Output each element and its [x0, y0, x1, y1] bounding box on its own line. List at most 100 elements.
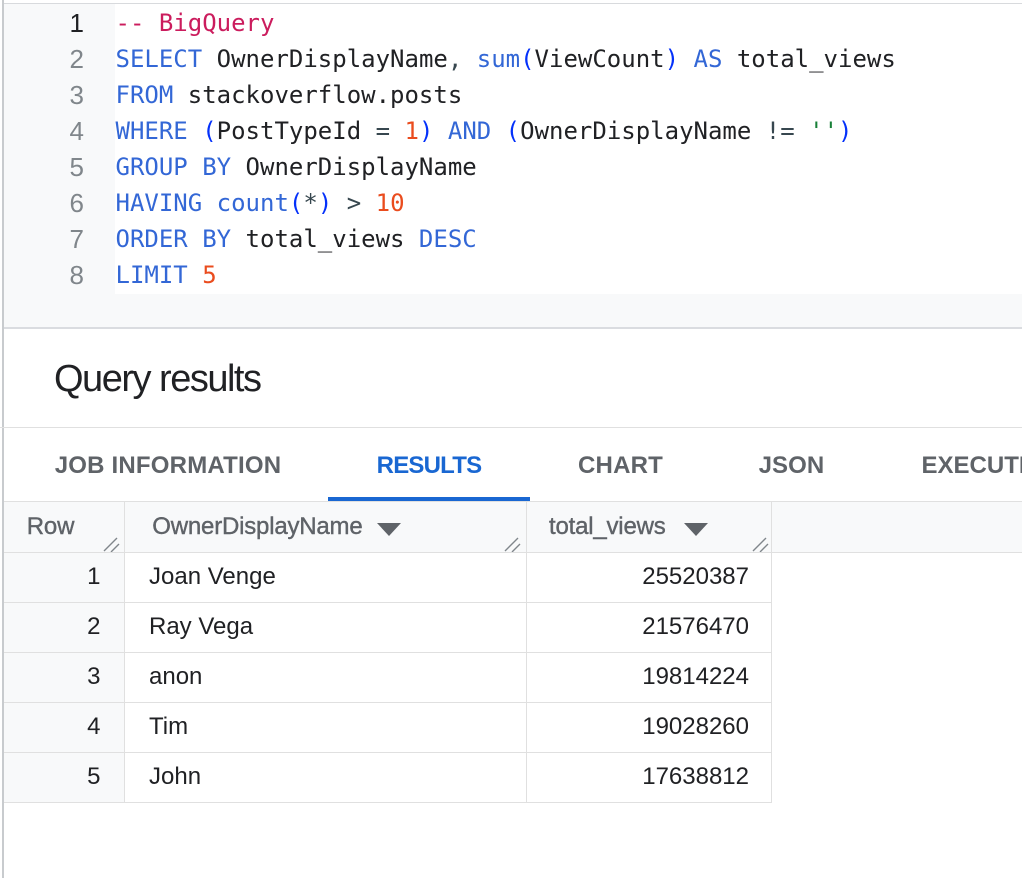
token-bracket: (	[506, 117, 520, 145]
column-resize-handle-icon[interactable]	[504, 537, 521, 552]
token-identifier: OwnerDisplayName	[520, 117, 766, 145]
code-line: SELECT OwnerDisplayName, sum(ViewCount) …	[116, 41, 1016, 77]
bigquery-results-page: 12345678 -- BigQuery SELECT OwnerDisplayN…	[0, 0, 1022, 878]
column-resize-handle-icon[interactable]	[103, 537, 120, 552]
token-identifier	[795, 117, 809, 145]
sort-dropdown-icon[interactable]	[377, 523, 401, 536]
tab-chart[interactable]: CHART	[530, 428, 711, 501]
line-number: 8	[4, 257, 84, 293]
code-line: GROUP BY OwnerDisplayName	[116, 149, 1016, 185]
token-keyword: GROUP BY	[116, 153, 232, 181]
token-bracket: )	[665, 45, 679, 73]
line-number: 5	[4, 149, 84, 185]
token-keyword: ORDER BY	[116, 225, 232, 253]
editor-line-numbers: 12345678	[4, 4, 84, 293]
code-line: -- BigQuery	[116, 5, 1016, 41]
tab-json[interactable]: JSON	[711, 428, 872, 501]
row-number-cell: 1	[4, 553, 101, 603]
token-keyword: WHERE	[116, 117, 188, 145]
tab-results[interactable]: RESULTS	[328, 428, 530, 501]
token-identifier: OwnerDisplayName	[202, 45, 448, 73]
token-bracket: )	[419, 117, 433, 145]
token-identifier	[390, 117, 404, 145]
token-keyword: sum	[462, 45, 520, 73]
tab-label: EXECUTION DETAILS	[922, 452, 1022, 480]
sort-dropdown-icon[interactable]	[684, 523, 708, 536]
token-bracket: (	[520, 45, 534, 73]
token-keyword: FROM	[116, 81, 174, 109]
column-header-row: Row	[27, 502, 74, 552]
views-cell: 25520387	[525, 553, 749, 603]
query-results-title: Query results	[54, 357, 260, 401]
code-line: HAVING count(*) > 10	[116, 185, 1016, 221]
views-cell: 21576470	[525, 603, 749, 653]
row-number-cell: 2	[4, 603, 101, 653]
token-keyword: DESC	[404, 225, 476, 253]
token-identifier: ViewCount	[535, 45, 665, 73]
code-line: FROM stackoverflow.posts	[116, 77, 1016, 113]
token-identifier	[332, 189, 346, 217]
tab-job-information[interactable]: JOB INFORMATION	[8, 428, 328, 501]
row-number-cell: 4	[4, 703, 101, 753]
token-keyword: SELECT	[116, 45, 203, 73]
tab-label: JSON	[759, 452, 825, 480]
token-operator: *	[303, 189, 317, 217]
token-string: ''	[809, 117, 838, 145]
owner-cell: Tim	[149, 703, 519, 753]
token-identifier	[361, 189, 375, 217]
line-number: 2	[4, 41, 84, 77]
column-border	[771, 502, 772, 803]
token-comment: -- BigQuery	[116, 9, 275, 37]
column-header-ownerdisplayname: OwnerDisplayName	[152, 502, 362, 552]
token-identifier: stackoverflow.posts	[173, 81, 462, 109]
token-keyword: AND	[433, 117, 491, 145]
owner-cell: John	[149, 753, 519, 803]
owner-cell: anon	[149, 653, 519, 703]
token-keyword: HAVING	[116, 189, 203, 217]
token-keyword: LIMIT	[116, 261, 188, 289]
tab-execution-details[interactable]: EXECUTION DETAILS	[872, 428, 1022, 501]
column-border	[124, 502, 125, 803]
row-number-cell: 5	[4, 753, 101, 803]
token-identifier	[188, 261, 202, 289]
token-bracket: (	[202, 117, 216, 145]
owner-cell: Ray Vega	[149, 603, 519, 653]
token-operator: >	[347, 189, 361, 217]
line-number: 7	[4, 221, 84, 257]
token-number: 1	[405, 117, 419, 145]
token-identifier: OwnerDisplayName	[231, 153, 477, 181]
token-identifier	[491, 117, 505, 145]
token-identifier	[188, 117, 202, 145]
line-number: 3	[4, 77, 84, 113]
line-number: 1	[4, 5, 84, 41]
token-operator: ,	[448, 45, 462, 73]
token-keyword: AS	[679, 45, 722, 73]
token-identifier: PostTypeId	[217, 117, 376, 145]
token-bracket: (	[289, 189, 303, 217]
token-number: 5	[202, 261, 216, 289]
token-identifier: total_views	[231, 225, 404, 253]
views-cell: 19028260	[525, 703, 749, 753]
code-line: LIMIT 5	[116, 257, 1016, 293]
views-cell: 17638812	[525, 753, 749, 803]
divider	[4, 327, 1022, 329]
code-line: ORDER BY total_views DESC	[116, 221, 1016, 257]
column-header-total-views: total_views	[549, 502, 666, 552]
token-number: 10	[376, 189, 405, 217]
token-keyword: count	[217, 189, 289, 217]
code-line: WHERE (PostTypeId = 1) AND (OwnerDisplay…	[116, 113, 1016, 149]
token-bracket: )	[318, 189, 332, 217]
token-bracket: )	[838, 117, 852, 145]
column-resize-handle-icon[interactable]	[752, 537, 769, 552]
sql-code[interactable]: -- BigQuerySELECT OwnerDisplayName, sum(…	[116, 4, 1016, 293]
token-operator: !=	[766, 117, 795, 145]
editor-bottom-strip	[4, 294, 1022, 327]
token-identifier: total_views	[722, 45, 895, 73]
token-operator: =	[376, 117, 390, 145]
tab-label: JOB INFORMATION	[55, 452, 282, 480]
views-cell: 19814224	[525, 653, 749, 703]
token-identifier	[202, 189, 216, 217]
row-number-cell: 3	[4, 653, 101, 703]
owner-cell: Joan Venge	[149, 553, 519, 603]
line-number: 4	[4, 113, 84, 149]
